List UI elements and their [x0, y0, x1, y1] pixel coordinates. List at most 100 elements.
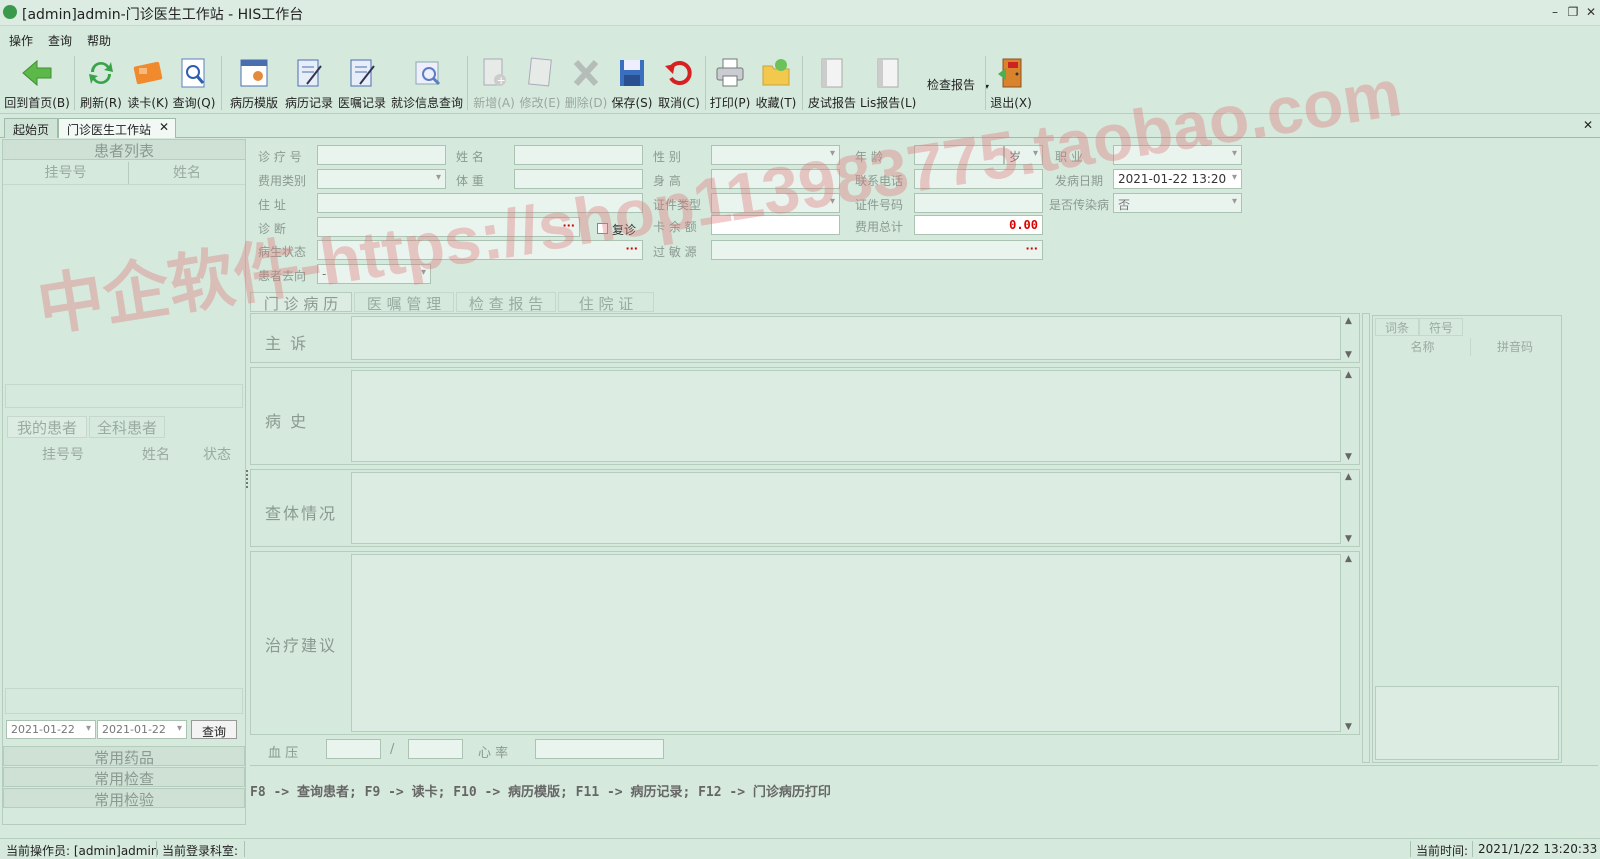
favorite-button[interactable]: 收藏(T) — [754, 52, 798, 112]
current-operator: 当前操作员: [admin]admin — [6, 844, 159, 858]
exit-button[interactable]: 退出(X) — [989, 52, 1033, 112]
delete-button[interactable]: 删除(D) — [564, 52, 608, 112]
status-bar: 当前操作员: [admin]admin 当前登录科室: 当前时间: 2021/1… — [0, 838, 1600, 859]
tab-exam-report[interactable]: 检 查 报 告 — [456, 292, 556, 313]
home-button[interactable]: 回到首页(B) — [4, 52, 70, 112]
maximize-button[interactable]: ❐ — [1564, 3, 1582, 21]
cancel-button[interactable]: 取消(C) — [656, 52, 702, 112]
menu-help[interactable]: 帮助 — [87, 32, 111, 49]
chief-complaint-section: 主 诉 ▲ ▼ — [250, 313, 1360, 363]
back-arrow-icon — [21, 56, 53, 90]
menu-query[interactable]: 查询 — [48, 32, 72, 49]
col-name: 姓名 — [173, 165, 201, 181]
bp-diastolic-field[interactable] — [408, 739, 463, 759]
template-button[interactable]: 病历模版 — [228, 52, 280, 112]
tab-my-patients[interactable]: 我的患者 — [7, 416, 87, 438]
close-all-icon[interactable]: ✕ — [1583, 118, 1593, 132]
col-pinyin: 拼音码 — [1496, 340, 1533, 354]
add-button[interactable]: + 新增(A) — [472, 52, 516, 112]
more-icon[interactable]: ··· — [562, 219, 575, 232]
delete-icon — [570, 56, 602, 90]
menu-operate[interactable]: 操作 — [9, 32, 33, 49]
physical-exam-label: 查体情况 — [265, 504, 338, 523]
age-field[interactable] — [914, 145, 1004, 165]
date-to-picker[interactable]: 2021-01-22 — [97, 720, 187, 739]
tab-outpatient-record[interactable]: 门 诊 病 历 — [250, 292, 352, 313]
id-no-field[interactable] — [914, 193, 1043, 213]
job-select[interactable] — [1113, 145, 1242, 165]
scrollbar[interactable]: ▲ ▼ — [1343, 554, 1357, 732]
clinic-no-field[interactable] — [317, 145, 446, 165]
scrollbar[interactable]: ▲ ▼ — [1343, 370, 1357, 462]
id-type-select[interactable] — [711, 193, 840, 213]
print-button[interactable]: 打印(P) — [709, 52, 751, 112]
tab-terms[interactable]: 词条 — [1375, 318, 1419, 336]
patient-list-footer — [5, 384, 243, 408]
condition-field[interactable]: ··· — [317, 240, 643, 260]
query-button[interactable]: 查询(Q) — [172, 52, 216, 112]
address-field[interactable] — [317, 193, 643, 213]
close-icon[interactable]: ✕ — [159, 120, 169, 134]
treatment-section: 治疗建议 ▲ ▼ — [250, 551, 1360, 735]
common-exam-panel[interactable]: 常用检查 — [3, 767, 245, 788]
revisit-checkbox[interactable] — [597, 223, 608, 234]
order-record-button[interactable]: 医嘱记录 — [336, 52, 388, 112]
more-icon[interactable]: ··· — [1025, 242, 1038, 255]
scrollbar[interactable]: ▲ ▼ — [1343, 316, 1357, 360]
common-drugs-panel[interactable]: 常用药品 — [3, 746, 245, 767]
refresh-button[interactable]: 刷新(R) — [80, 52, 122, 112]
medical-record-button[interactable]: 病历记录 — [283, 52, 335, 112]
col-name-2: 姓名 — [142, 447, 170, 463]
heart-rate-field[interactable] — [535, 739, 664, 759]
tab-all-patients[interactable]: 全科患者 — [89, 416, 165, 438]
skin-test-report-button[interactable]: 皮试报告 — [806, 52, 858, 112]
lis-report-button[interactable]: Lis报告(L) — [860, 52, 916, 112]
tab-admission-cert[interactable]: 住 院 证 — [558, 292, 654, 313]
tab-outpatient-station[interactable]: 门诊医生工作站 ✕ — [58, 118, 176, 138]
scrollbar[interactable]: ▲ ▼ — [1343, 472, 1357, 544]
query-patients-button[interactable]: 查询 — [191, 720, 237, 739]
date-from-picker[interactable]: 2021-01-22 — [6, 720, 96, 739]
history-section: 病 史 ▲ ▼ — [250, 367, 1360, 465]
save-button[interactable]: 保存(S) — [610, 52, 654, 112]
allergy-field[interactable]: ··· — [711, 240, 1043, 260]
physical-exam-textarea[interactable] — [351, 472, 1341, 544]
close-window-button[interactable]: ✕ — [1582, 3, 1600, 21]
bp-systolic-field[interactable] — [326, 739, 381, 759]
term-preview-textarea[interactable] — [1375, 686, 1559, 760]
gender-select[interactable] — [711, 145, 840, 165]
diagnosis-field[interactable]: ··· — [317, 217, 580, 237]
visit-info-query-button[interactable]: 就诊信息查询 — [390, 52, 464, 112]
card-balance-field[interactable] — [711, 215, 840, 235]
bp-slash: / — [390, 742, 395, 757]
minimize-button[interactable]: – — [1546, 3, 1564, 21]
read-card-button[interactable]: 读卡(K) — [126, 52, 170, 112]
name-field[interactable] — [514, 145, 643, 165]
tab-order-management[interactable]: 医 嘱 管 理 — [354, 292, 454, 313]
total-fee-field: 0.00 — [914, 215, 1043, 235]
app-icon — [3, 5, 17, 19]
history-textarea[interactable] — [351, 370, 1341, 462]
destination-select[interactable]: - — [317, 264, 431, 284]
more-icon[interactable]: ··· — [625, 242, 638, 255]
age-unit-select[interactable]: 岁 — [1004, 145, 1043, 165]
tab-start-page[interactable]: 起始页 — [4, 118, 59, 138]
label-phone: 联系电话 — [855, 174, 904, 188]
phone-field[interactable] — [914, 169, 1043, 189]
patient-list-body[interactable] — [3, 184, 245, 384]
treatment-textarea[interactable] — [351, 554, 1341, 732]
edit-button[interactable]: 修改(E) — [518, 52, 562, 112]
collapse-handle[interactable] — [1362, 313, 1370, 763]
common-test-panel[interactable]: 常用检验 — [3, 788, 245, 809]
chief-complaint-label: 主 诉 — [265, 334, 309, 353]
splitter-handle[interactable] — [246, 470, 249, 488]
onset-date-picker[interactable]: 2021-01-22 13:20 — [1113, 169, 1242, 189]
height-field[interactable] — [711, 169, 840, 189]
chief-complaint-textarea[interactable] — [351, 316, 1341, 360]
label-address: 住 址 — [258, 198, 286, 212]
tab-symbols[interactable]: 符号 — [1419, 318, 1463, 336]
fee-type-select[interactable] — [317, 169, 446, 189]
infectious-select[interactable]: 否 — [1113, 193, 1242, 213]
weight-field[interactable] — [514, 169, 643, 189]
label-card-balance: 卡 余 额 — [653, 220, 697, 234]
